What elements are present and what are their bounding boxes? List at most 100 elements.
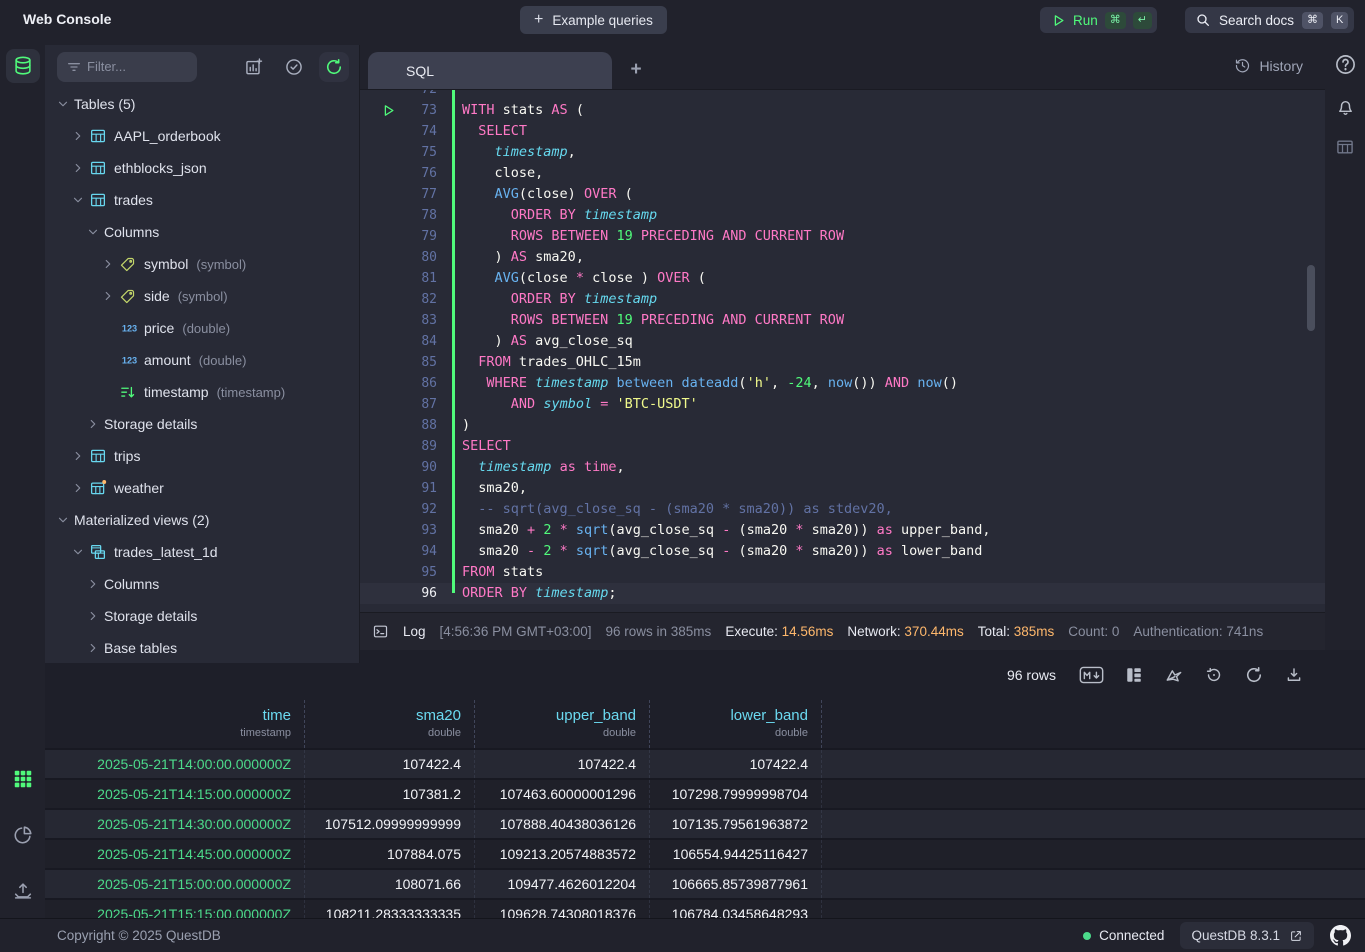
code-line-75[interactable]: 75 timestamp, bbox=[360, 142, 1325, 163]
code-line-95[interactable]: 95FROM stats bbox=[360, 562, 1325, 583]
table-cell[interactable]: 106665.85739877961 bbox=[650, 870, 822, 898]
panel-icon[interactable] bbox=[1335, 137, 1355, 157]
grid-icon[interactable] bbox=[6, 762, 40, 796]
table-cell[interactable]: 108071.66 bbox=[305, 870, 475, 898]
rerun-query-button[interactable] bbox=[1205, 666, 1223, 684]
tree-item-side[interactable]: side(symbol) bbox=[45, 280, 359, 312]
example-queries-button[interactable]: + Example queries bbox=[520, 6, 667, 34]
column-header-sma20[interactable]: sma20double bbox=[305, 700, 475, 748]
chevron-right-icon[interactable] bbox=[87, 418, 104, 430]
suspended-filter-button[interactable] bbox=[279, 52, 309, 82]
chevron-right-icon[interactable] bbox=[87, 642, 104, 654]
tree-item-storage-details[interactable]: Storage details bbox=[45, 600, 359, 632]
column-header-time[interactable]: timetimestamp bbox=[45, 700, 305, 748]
table-cell[interactable]: 107884.075 bbox=[305, 840, 475, 868]
chevron-down-icon[interactable] bbox=[72, 546, 89, 558]
table-cell[interactable]: 107381.2 bbox=[305, 780, 475, 808]
chevron-down-icon[interactable] bbox=[72, 194, 89, 206]
table-cell[interactable]: 107512.09999999999 bbox=[305, 810, 475, 838]
chevron-right-icon[interactable] bbox=[87, 578, 104, 590]
editor-scrollbar[interactable] bbox=[1307, 265, 1315, 331]
run-query-glyph-icon[interactable] bbox=[381, 103, 396, 118]
code-line-83[interactable]: 83 ROWS BETWEEN 19 PRECEDING AND CURRENT… bbox=[360, 310, 1325, 331]
code-line-84[interactable]: 84 ) AS avg_close_sq bbox=[360, 331, 1325, 352]
code-line-91[interactable]: 91 sma20, bbox=[360, 478, 1325, 499]
table-cell[interactable]: 2025-05-21T14:15:00.000000Z bbox=[45, 780, 305, 808]
code-line-87[interactable]: 87 AND symbol = 'BTC-USDT' bbox=[360, 394, 1325, 415]
table-cell[interactable]: 109213.20574883572 bbox=[475, 840, 650, 868]
code-line-76[interactable]: 76 close, bbox=[360, 163, 1325, 184]
chevron-right-icon[interactable] bbox=[72, 482, 89, 494]
table-cell[interactable]: 2025-05-21T15:00:00.000000Z bbox=[45, 870, 305, 898]
tree-item-trades[interactable]: trades bbox=[45, 184, 359, 216]
code-line-89[interactable]: 89SELECT bbox=[360, 436, 1325, 457]
sql-editor[interactable]: 7273WITH stats AS (74 SELECT75 timestamp… bbox=[360, 90, 1325, 612]
table-cell[interactable]: 107422.4 bbox=[475, 750, 650, 778]
table-cell[interactable]: 107422.4 bbox=[305, 750, 475, 778]
upload-icon[interactable] bbox=[6, 874, 40, 908]
tree-item-weather[interactable]: weather bbox=[45, 472, 359, 504]
table-cell[interactable]: 106554.94425116427 bbox=[650, 840, 822, 868]
tree-item-trades-latest-1d[interactable]: trades_latest_1d bbox=[45, 536, 359, 568]
table-cell[interactable]: 2025-05-21T14:00:00.000000Z bbox=[45, 750, 305, 778]
code-line-85[interactable]: 85 FROM trades_OHLC_15m bbox=[360, 352, 1325, 373]
version-button[interactable]: QuestDB 8.3.1 bbox=[1180, 922, 1314, 949]
code-line-73[interactable]: 73WITH stats AS ( bbox=[360, 100, 1325, 121]
code-line-82[interactable]: 82 ORDER BY timestamp bbox=[360, 289, 1325, 310]
chevron-right-icon[interactable] bbox=[102, 258, 119, 270]
tree-item-materialized-views-2[interactable]: Materialized views (2) bbox=[45, 504, 359, 536]
chevron-down-icon[interactable] bbox=[57, 514, 74, 526]
tree-item-base-tables[interactable]: Base tables bbox=[45, 632, 359, 664]
code-line-93[interactable]: 93 sma20 + 2 * sqrt(avg_close_sq - (sma2… bbox=[360, 520, 1325, 541]
pie-icon[interactable] bbox=[6, 818, 40, 852]
history-button[interactable]: History bbox=[1234, 57, 1303, 74]
run-button[interactable]: Run ⌘ ↵ bbox=[1040, 7, 1157, 33]
tab-sql[interactable]: SQL bbox=[368, 52, 612, 89]
table-cell[interactable]: 107298.79999998704 bbox=[650, 780, 822, 808]
code-line-94[interactable]: 94 sma20 - 2 * sqrt(avg_close_sq - (sma2… bbox=[360, 541, 1325, 562]
github-icon[interactable] bbox=[1330, 925, 1351, 946]
tree-item-columns[interactable]: Columns bbox=[45, 216, 359, 248]
table-cell[interactable]: 108211.28333333335 bbox=[305, 900, 475, 918]
chevron-down-icon[interactable] bbox=[87, 226, 104, 238]
code-line-78[interactable]: 78 ORDER BY timestamp bbox=[360, 205, 1325, 226]
table-cell[interactable]: 106784.03458648293 bbox=[650, 900, 822, 918]
table-cell[interactable]: 109477.4626012204 bbox=[475, 870, 650, 898]
refresh-results-button[interactable] bbox=[1244, 665, 1264, 685]
download-results-button[interactable] bbox=[1285, 666, 1303, 684]
chevron-down-icon[interactable] bbox=[57, 98, 74, 110]
table-cell[interactable]: 107422.4 bbox=[650, 750, 822, 778]
tree-item-ethblocks-json[interactable]: ethblocks_json bbox=[45, 152, 359, 184]
table-cell[interactable]: 2025-05-21T14:30:00.000000Z bbox=[45, 810, 305, 838]
tree-item-columns[interactable]: Columns bbox=[45, 568, 359, 600]
chevron-right-icon[interactable] bbox=[72, 450, 89, 462]
tree-item-storage-details[interactable]: Storage details bbox=[45, 408, 359, 440]
add-metrics-button[interactable] bbox=[239, 52, 269, 82]
question-icon[interactable] bbox=[1334, 53, 1357, 76]
bell-icon[interactable] bbox=[1335, 96, 1356, 117]
database-icon[interactable] bbox=[6, 49, 40, 83]
chevron-right-icon[interactable] bbox=[72, 130, 89, 142]
tree-item-timestamp[interactable]: timestamp(timestamp) bbox=[45, 376, 359, 408]
code-line-90[interactable]: 90 timestamp as time, bbox=[360, 457, 1325, 478]
code-line-80[interactable]: 80 ) AS sma20, bbox=[360, 247, 1325, 268]
column-header-upper-band[interactable]: upper_banddouble bbox=[475, 700, 650, 748]
search-docs-button[interactable]: Search docs ⌘ K bbox=[1185, 7, 1354, 33]
tree-item-tables-5[interactable]: Tables (5) bbox=[45, 88, 359, 120]
code-line-96[interactable]: 96ORDER BY timestamp; bbox=[360, 583, 1325, 604]
code-line-72[interactable]: 72 bbox=[360, 90, 1325, 100]
table-cell[interactable]: 107135.79561963872 bbox=[650, 810, 822, 838]
new-tab-button[interactable]: + bbox=[624, 58, 648, 82]
code-line-92[interactable]: 92 -- sqrt(avg_close_sq - (sma20 * sma20… bbox=[360, 499, 1325, 520]
tree-item-trips[interactable]: trips bbox=[45, 440, 359, 472]
chevron-right-icon[interactable] bbox=[72, 162, 89, 174]
code-line-88[interactable]: 88) bbox=[360, 415, 1325, 436]
table-cell[interactable]: 107888.40438036126 bbox=[475, 810, 650, 838]
table-cell[interactable]: 2025-05-21T14:45:00.000000Z bbox=[45, 840, 305, 868]
tree-item-amount[interactable]: 123amount(double) bbox=[45, 344, 359, 376]
layout-grid-button[interactable] bbox=[1125, 666, 1143, 684]
tree-item-price[interactable]: 123price(double) bbox=[45, 312, 359, 344]
markdown-download-button[interactable] bbox=[1079, 666, 1104, 684]
reload-schema-button[interactable] bbox=[319, 52, 349, 82]
column-header-lower-band[interactable]: lower_banddouble bbox=[650, 700, 822, 748]
